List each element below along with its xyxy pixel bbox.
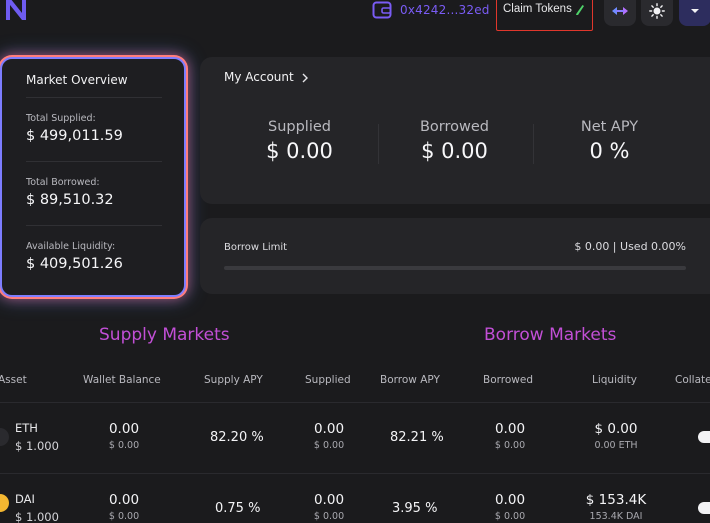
wallet-balance: 0.00 bbox=[108, 421, 140, 437]
divider bbox=[0, 402, 710, 403]
borrow-limit-value: $ 0.00 | Used 0.00% bbox=[574, 240, 686, 253]
liquidity-usd: $ 0.00 bbox=[594, 421, 638, 437]
supply-apy: 82.20 % bbox=[210, 430, 264, 445]
app-logo[interactable] bbox=[2, 0, 30, 24]
column-header-wallet-balance[interactable]: Wallet Balance bbox=[83, 374, 161, 386]
divider bbox=[378, 124, 379, 164]
supply-apy: 0.75 % bbox=[215, 501, 261, 516]
liquidity-token: 0.00 ETH bbox=[594, 440, 638, 451]
my-account-card: My Account Supplied $ 0.00 Borrowed $ 0.… bbox=[200, 57, 710, 204]
borrow-apy: 82.21 % bbox=[390, 430, 444, 445]
net-apy-value: 0 % bbox=[589, 139, 630, 163]
available-liquidity-value: $ 409,501.26 bbox=[26, 256, 123, 272]
total-borrowed-label: Total Borrowed: bbox=[26, 177, 100, 188]
liquidity-token: 153.4K DAI bbox=[589, 511, 643, 522]
column-header-liquidity[interactable]: Liquidity bbox=[592, 374, 637, 386]
supplied-usd: $ 0.00 bbox=[313, 440, 345, 451]
market-overview-card: Market Overview Total Supplied: $ 499,01… bbox=[0, 56, 187, 298]
divider bbox=[26, 97, 162, 98]
column-header-supply-apy[interactable]: Supply APY bbox=[204, 374, 263, 386]
swap-arrows-icon bbox=[612, 7, 628, 15]
borrowed-amount: 0.00 bbox=[494, 421, 526, 437]
borrowed-stat: Borrowed $ 0.00 bbox=[407, 119, 502, 163]
supplied-amount: 0.00 bbox=[313, 492, 345, 508]
chevron-right-icon bbox=[302, 73, 308, 83]
supplied-usd: $ 0.00 bbox=[313, 511, 345, 522]
net-apy-stat: Net APY 0 % bbox=[562, 119, 657, 163]
borrow-limit-card: Borrow Limit $ 0.00 | Used 0.00% bbox=[200, 218, 710, 294]
my-account-link[interactable]: My Account bbox=[224, 70, 308, 84]
wallet-icon bbox=[372, 1, 392, 18]
divider bbox=[26, 161, 162, 162]
total-supplied-value: $ 499,011.59 bbox=[26, 128, 123, 144]
column-header-collateral[interactable]: Collate bbox=[675, 374, 710, 386]
supplied-cell: 0.00 $ 0.00 bbox=[299, 421, 359, 451]
collateral-toggle[interactable] bbox=[698, 431, 710, 443]
dai-coin-icon bbox=[0, 494, 9, 512]
borrow-limit-bar bbox=[224, 266, 686, 270]
liquidity-usd: $ 153.4K bbox=[585, 492, 647, 508]
wallet-balance: 0.00 bbox=[108, 492, 140, 508]
borrow-limit-label: Borrow Limit bbox=[224, 242, 288, 253]
divider bbox=[0, 473, 710, 474]
account-menu-button[interactable] bbox=[679, 0, 710, 26]
borrowed-amount: 0.00 bbox=[494, 492, 526, 508]
liquidity-cell: $ 0.00 0.00 ETH bbox=[576, 421, 656, 451]
swap-button[interactable] bbox=[604, 0, 636, 26]
pencil-icon bbox=[575, 5, 584, 15]
borrowed-usd: $ 0.00 bbox=[494, 511, 526, 522]
net-apy-label: Net APY bbox=[580, 119, 639, 135]
sun-icon bbox=[649, 3, 665, 19]
chevron-down-icon bbox=[691, 9, 699, 13]
asset-name: DAI bbox=[15, 492, 35, 506]
supplied-label: Supplied bbox=[268, 119, 331, 135]
borrow-markets-heading: Borrow Markets bbox=[484, 325, 617, 345]
wallet-balance-cell: 0.00 $ 0.00 bbox=[94, 421, 154, 451]
collateral-toggle[interactable] bbox=[698, 502, 710, 514]
column-header-asset[interactable]: Asset bbox=[0, 374, 27, 386]
supplied-amount: 0.00 bbox=[313, 421, 345, 437]
supplied-value: $ 0.00 bbox=[266, 139, 333, 163]
liquidity-cell: $ 153.4K 153.4K DAI bbox=[576, 492, 656, 522]
column-header-borrowed[interactable]: Borrowed bbox=[483, 374, 533, 386]
theme-toggle-button[interactable] bbox=[641, 0, 673, 26]
wallet-address[interactable]: 0x4242...32ed bbox=[400, 3, 490, 17]
borrowed-cell: 0.00 $ 0.00 bbox=[480, 421, 540, 451]
available-liquidity-label: Available Liquidity: bbox=[26, 241, 116, 252]
wallet-balance-usd: $ 0.00 bbox=[108, 440, 140, 451]
borrowed-label: Borrowed bbox=[419, 119, 490, 135]
supplied-cell: 0.00 $ 0.00 bbox=[299, 492, 359, 522]
borrowed-cell: 0.00 $ 0.00 bbox=[480, 492, 540, 522]
wallet-balance-cell: 0.00 $ 0.00 bbox=[94, 492, 154, 522]
claim-tokens-label: Claim Tokens bbox=[503, 3, 572, 15]
supply-markets-heading: Supply Markets bbox=[99, 325, 230, 345]
borrowed-usd: $ 0.00 bbox=[494, 440, 526, 451]
borrow-apy: 3.95 % bbox=[392, 501, 438, 516]
asset-price: $ 1.000 bbox=[15, 439, 59, 453]
total-borrowed-value: $ 89,510.32 bbox=[26, 192, 114, 208]
column-header-borrow-apy[interactable]: Borrow APY bbox=[380, 374, 440, 386]
asset-price: $ 1.000 bbox=[15, 510, 59, 523]
asset-name: ETH bbox=[15, 421, 38, 435]
eth-coin-icon bbox=[0, 428, 9, 446]
wallet-balance-usd: $ 0.00 bbox=[108, 511, 140, 522]
divider bbox=[533, 124, 534, 164]
my-account-title: My Account bbox=[224, 70, 294, 84]
market-overview-title: Market Overview bbox=[26, 73, 128, 87]
supplied-stat: Supplied $ 0.00 bbox=[252, 119, 347, 163]
borrowed-value: $ 0.00 bbox=[421, 139, 488, 163]
wallet-indicator[interactable]: 0x4242...32ed bbox=[372, 0, 490, 19]
column-header-supplied[interactable]: Supplied bbox=[305, 374, 351, 386]
total-supplied-label: Total Supplied: bbox=[26, 113, 96, 124]
claim-tokens-button[interactable]: Claim Tokens bbox=[496, 0, 593, 31]
divider bbox=[26, 225, 162, 226]
